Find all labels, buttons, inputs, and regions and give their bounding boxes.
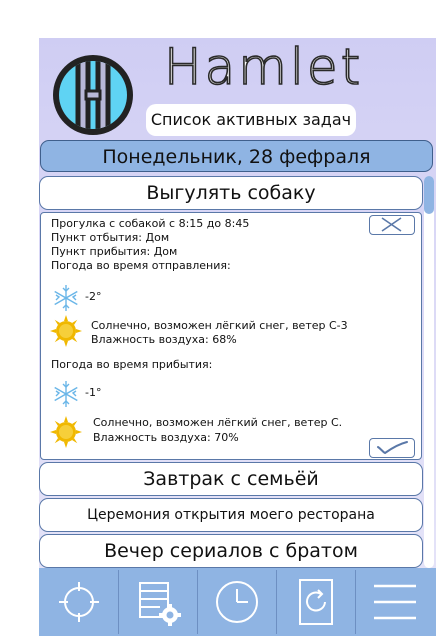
menu-icon bbox=[373, 584, 416, 620]
task-item-restaurant-opening[interactable]: Церемония открытия моего ресторана bbox=[39, 498, 423, 532]
departure-weather-label: Погода во время отправления: bbox=[51, 259, 231, 272]
checkmark-icon bbox=[377, 441, 408, 455]
clock-icon bbox=[215, 581, 258, 623]
app-logo bbox=[53, 55, 133, 135]
target-icon bbox=[58, 582, 99, 622]
departure-temperature: -2° bbox=[85, 290, 102, 303]
detail-time: Прогулка с собакой с 8:15 до 8:45 bbox=[51, 217, 250, 230]
task-item-family-breakfast[interactable]: Завтрак с семьёй bbox=[39, 462, 423, 496]
detail-departure-point: Пункт отбытия: Дом bbox=[51, 231, 170, 244]
task-item-series-evening[interactable]: Вечер сериалов с братом bbox=[39, 534, 423, 568]
task-settings-icon bbox=[138, 582, 181, 626]
task-item-walk-dog[interactable]: Выгулять собаку bbox=[39, 176, 423, 210]
arrival-humidity: Влажность воздуха: 70% bbox=[93, 431, 239, 444]
complete-button[interactable] bbox=[369, 438, 415, 458]
arrival-weather-description: Солнечно, возможен лёгкий снег, ветер С. bbox=[93, 416, 343, 429]
close-icon bbox=[381, 217, 402, 232]
arrival-weather-label: Погода во время прибытия: bbox=[51, 358, 213, 371]
snowflake-icon bbox=[54, 285, 78, 311]
logo-h-icon bbox=[59, 61, 127, 129]
task-details-panel: Прогулка с собакой с 8:15 до 8:45 Пункт … bbox=[40, 212, 422, 460]
bottom-tab-bar bbox=[39, 568, 436, 636]
tab-menu[interactable] bbox=[355, 568, 434, 636]
tab-target[interactable] bbox=[39, 568, 118, 636]
tab-task-settings[interactable] bbox=[119, 568, 198, 636]
snowflake-icon bbox=[54, 381, 78, 407]
tab-clock[interactable] bbox=[197, 568, 276, 636]
sun-icon bbox=[50, 315, 82, 347]
arrival-temperature: -1° bbox=[85, 386, 102, 399]
scrollbar-thumb[interactable] bbox=[424, 176, 434, 214]
app-screen: Hamlet Список активных задач Понедельник… bbox=[39, 38, 436, 636]
sun-icon bbox=[50, 416, 82, 448]
departure-weather-description: Солнечно, возможен лёгкий снег, ветер С-… bbox=[91, 319, 348, 332]
app-title: Hamlet bbox=[163, 38, 364, 97]
scrollbar-track[interactable] bbox=[424, 176, 434, 568]
page-subtitle: Список активных задач bbox=[146, 104, 356, 136]
refresh-icon bbox=[298, 579, 333, 625]
date-header[interactable]: Понедельник, 28 фефраля bbox=[40, 140, 433, 172]
departure-humidity: Влажность воздуха: 68% bbox=[91, 333, 237, 346]
tab-refresh[interactable] bbox=[276, 568, 355, 636]
detail-arrival-point: Пункт прибытия: Дом bbox=[51, 245, 178, 258]
close-button[interactable] bbox=[369, 215, 415, 235]
